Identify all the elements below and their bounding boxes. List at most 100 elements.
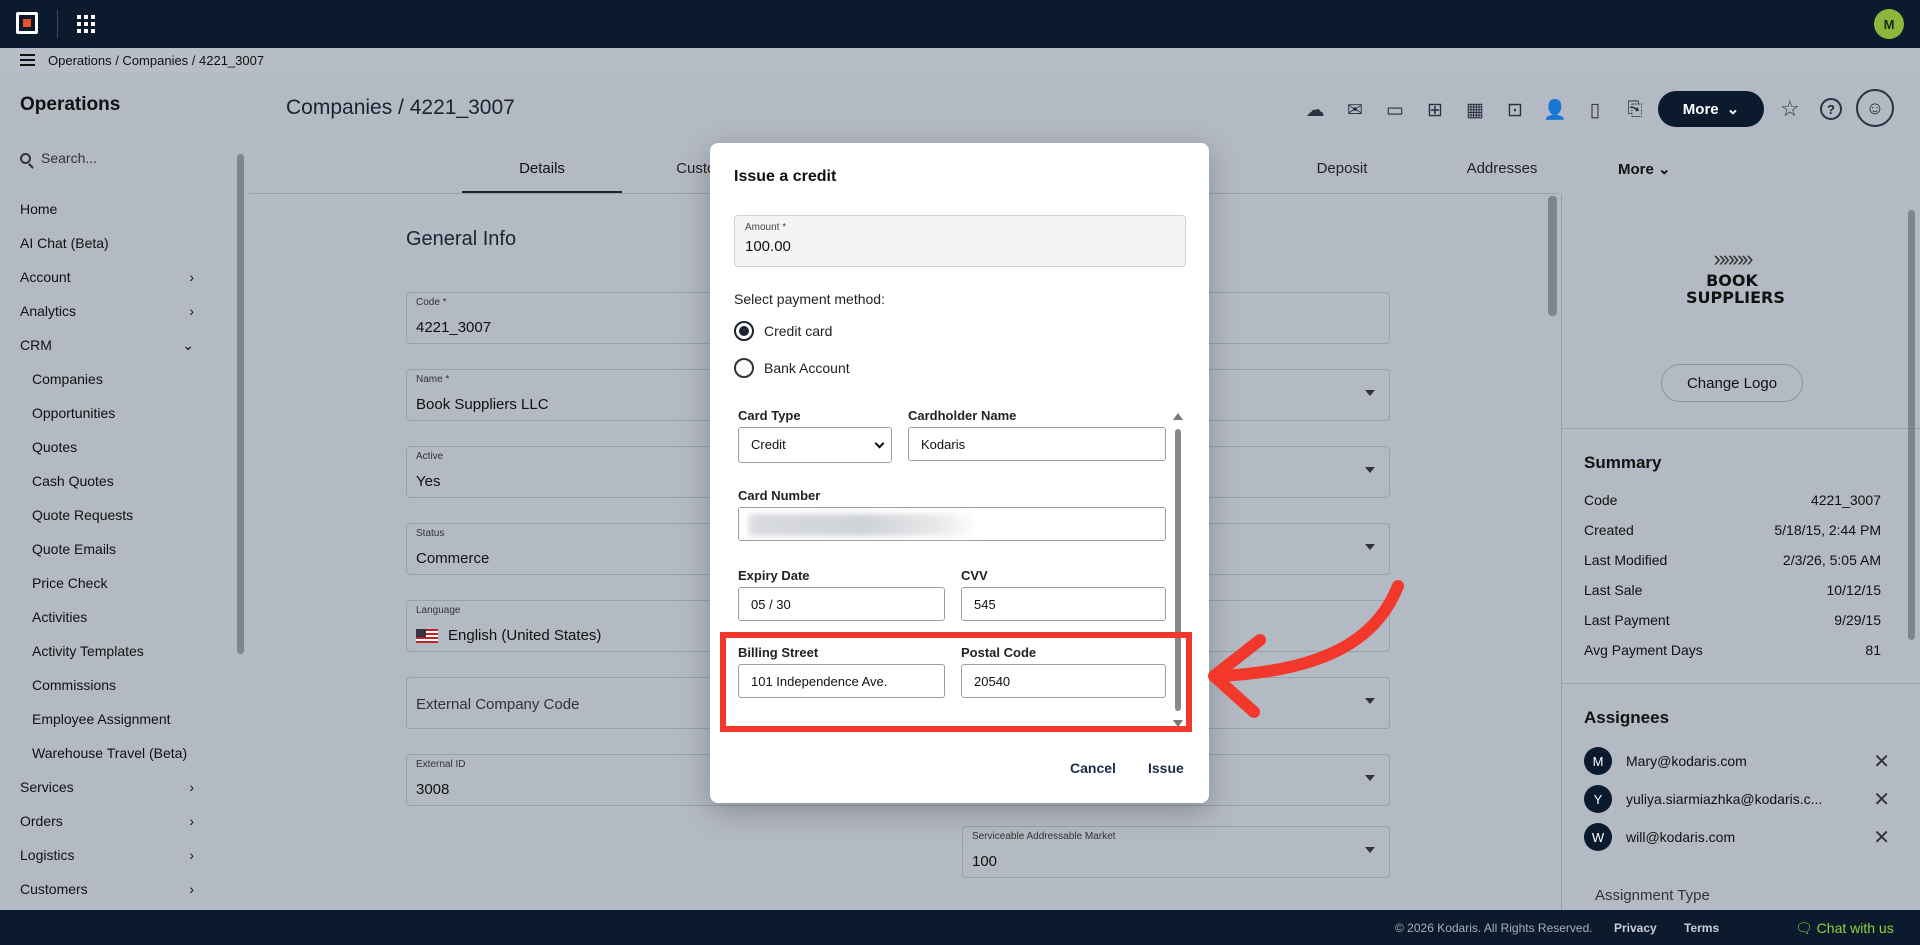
privacy-link[interactable]: Privacy xyxy=(1614,921,1657,935)
mail-icon[interactable]: ✉ xyxy=(1335,96,1375,124)
dialog-title: Issue a credit xyxy=(734,168,837,185)
sidebar-item-home[interactable]: Home xyxy=(0,192,230,226)
assignee-email[interactable]: Mary@kodaris.com xyxy=(1626,753,1747,769)
cloud-icon[interactable]: ☁ xyxy=(1295,96,1335,124)
close-icon[interactable]: ✕ xyxy=(1873,749,1890,774)
active-value: Yes xyxy=(416,473,441,490)
sidebar-subitem-activities[interactable]: Activities xyxy=(0,600,230,634)
card-type-select[interactable]: Credit xyxy=(738,427,892,463)
person-add-icon[interactable]: 👤 xyxy=(1535,96,1575,124)
user-avatar[interactable]: M xyxy=(1874,9,1904,39)
sidebar-subitem-quotes[interactable]: Quotes xyxy=(0,430,230,464)
right-panel-scrollbar[interactable] xyxy=(1908,210,1915,640)
chevron-right-icon: › xyxy=(189,303,194,319)
sidebar-item-services[interactable]: Services › xyxy=(0,770,230,804)
expiry-input[interactable]: 05 / 30 xyxy=(738,587,945,621)
summary-key: Avg Payment Days xyxy=(1584,642,1703,658)
name-label: Name * xyxy=(416,374,450,385)
credit-card-icon[interactable]: ▭ xyxy=(1375,96,1415,124)
summary-key: Last Modified xyxy=(1584,552,1668,568)
terms-link[interactable]: Terms xyxy=(1684,921,1719,935)
external-company-code-placeholder: External Company Code xyxy=(416,696,580,713)
attachment-icon[interactable]: ⎘ xyxy=(1615,96,1655,124)
sidebar-subitem-warehouse-travel-beta[interactable]: Warehouse Travel (Beta) xyxy=(0,736,230,770)
cancel-button[interactable]: Cancel xyxy=(1070,760,1116,776)
bot-icon[interactable]: ☺ xyxy=(1856,89,1894,127)
close-icon[interactable]: ✕ xyxy=(1873,825,1890,850)
sidebar-subitem-cash-quotes[interactable]: Cash Quotes xyxy=(0,464,230,498)
tab-details[interactable]: Details xyxy=(462,158,622,193)
tab-deposit[interactable]: Deposit xyxy=(1262,158,1422,193)
summary-value: 9/29/15 xyxy=(1834,612,1881,628)
menu-icon[interactable] xyxy=(20,54,35,66)
sidebar-item-ai-chat-beta[interactable]: AI Chat (Beta) xyxy=(0,226,230,260)
monitor-add-icon[interactable]: ⊡ xyxy=(1495,96,1535,124)
sidebar-subitem-companies[interactable]: Companies xyxy=(0,362,230,396)
assignee-email[interactable]: yuliya.siarmiazhka@kodaris.c... xyxy=(1626,791,1822,807)
sidebar-item-customers[interactable]: Customers › xyxy=(0,872,230,906)
dropdown-arrow-icon xyxy=(1365,467,1375,473)
summary-key: Created xyxy=(1584,522,1634,538)
sidebar-subitem-quote-emails[interactable]: Quote Emails xyxy=(0,532,230,566)
sidebar-subitem-commissions[interactable]: Commissions xyxy=(0,668,230,702)
amount-field[interactable]: Amount * 100.00 xyxy=(734,215,1186,267)
sidebar-search[interactable]: Search... xyxy=(20,150,97,166)
credit-card-label: Credit card xyxy=(764,323,833,339)
kodaris-logo-icon[interactable] xyxy=(16,12,38,34)
bank-account-radio[interactable]: Bank Account xyxy=(734,358,850,378)
summary-row: Created 5/18/15, 2:44 PM xyxy=(1584,522,1881,538)
sidebar-item-label: Account xyxy=(20,269,71,285)
card-type-value: Credit xyxy=(751,437,786,452)
search-input[interactable]: Search... xyxy=(41,150,97,166)
code-value: 4221_3007 xyxy=(416,319,492,336)
help-icon[interactable]: ? xyxy=(1820,98,1842,120)
sidebar-item-label: AI Chat (Beta) xyxy=(20,235,109,251)
sidebar-subitem-employee-assignment[interactable]: Employee Assignment xyxy=(0,702,230,736)
sam-value: 100 xyxy=(972,853,998,870)
us-flag-icon xyxy=(416,629,438,644)
document-add-icon[interactable]: ▯ xyxy=(1575,96,1615,124)
divider xyxy=(1561,683,1920,684)
cardholder-input[interactable]: Kodaris xyxy=(908,427,1166,461)
issue-button[interactable]: Issue xyxy=(1148,760,1184,776)
apps-grid-icon[interactable] xyxy=(77,15,95,33)
action-toolbar: ☁ ✉ ▭ ⊞ ▦ ⊡ 👤 ▯ ⎘ xyxy=(1295,96,1655,124)
sidebar-item-crm[interactable]: CRM ⌄ xyxy=(0,328,230,362)
chat-link[interactable]: 🗨 Chat with us xyxy=(1795,920,1894,937)
card-number-input[interactable] xyxy=(738,507,1166,541)
sam-field[interactable]: Serviceable Addressable Market 100 xyxy=(962,826,1390,878)
change-logo-button[interactable]: Change Logo xyxy=(1661,364,1803,402)
breadcrumb[interactable]: Operations / Companies / 4221_3007 xyxy=(48,53,264,68)
search-icon xyxy=(20,152,31,164)
sidebar-subitem-quote-requests[interactable]: Quote Requests xyxy=(0,498,230,532)
tab-more[interactable]: More ⌄ xyxy=(1618,160,1671,178)
content-scrollbar[interactable] xyxy=(1548,196,1557,316)
credit-card-radio[interactable]: Credit card xyxy=(734,321,832,341)
assignee-email[interactable]: will@kodaris.com xyxy=(1626,829,1735,845)
sidebar-item-analytics[interactable]: Analytics › xyxy=(0,294,230,328)
chevron-right-icon: › xyxy=(189,847,194,863)
summary-row: Last Modified 2/3/26, 5:05 AM xyxy=(1584,552,1881,568)
sidebar-subitem-price-check[interactable]: Price Check xyxy=(0,566,230,600)
sidebar-subitem-opportunities[interactable]: Opportunities xyxy=(0,396,230,430)
cvv-input[interactable]: 545 xyxy=(961,587,1166,621)
scroll-up-arrow-icon[interactable] xyxy=(1173,413,1183,420)
more-button[interactable]: More ⌄ xyxy=(1658,91,1764,127)
sidebar-item-logistics[interactable]: Logistics › xyxy=(0,838,230,872)
sam-label: Serviceable Addressable Market xyxy=(972,831,1116,842)
star-icon[interactable]: ☆ xyxy=(1780,96,1800,122)
sidebar-subitem-activity-templates[interactable]: Activity Templates xyxy=(0,634,230,668)
logo-arrows-icon: »»»» xyxy=(1713,246,1754,271)
sidebar-scrollbar[interactable] xyxy=(237,154,244,654)
summary-value: 10/12/15 xyxy=(1826,582,1882,598)
assignment-type-select[interactable]: Assignment Type xyxy=(1585,873,1861,913)
close-icon[interactable]: ✕ xyxy=(1873,787,1890,812)
sidebar-item-account[interactable]: Account › xyxy=(0,260,230,294)
expiry-value: 05 / 30 xyxy=(751,597,791,612)
gift-icon[interactable]: ⊞ xyxy=(1415,96,1455,124)
sidebar-item-orders[interactable]: Orders › xyxy=(0,804,230,838)
dropdown-arrow-icon xyxy=(1365,544,1375,550)
top-bar: M xyxy=(0,0,1920,48)
building-icon[interactable]: ▦ xyxy=(1455,96,1495,124)
tab-addresses[interactable]: Addresses xyxy=(1422,158,1582,193)
